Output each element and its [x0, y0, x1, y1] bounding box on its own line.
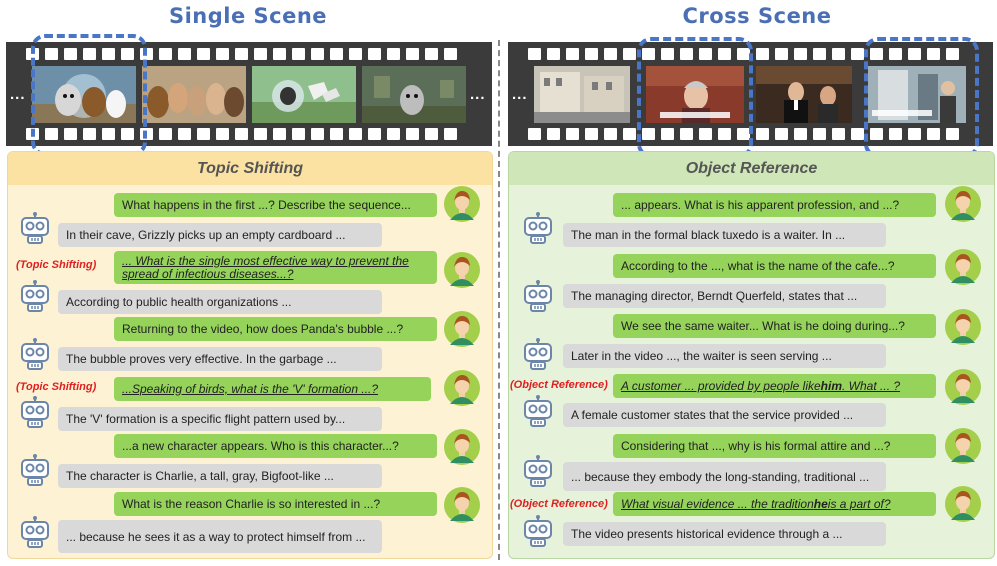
- section-divider: [498, 40, 500, 560]
- user-message-text: . What ... ?: [842, 379, 901, 393]
- user-message: What is the reason Charlie is so interes…: [114, 492, 437, 516]
- user-avatar-icon: [945, 369, 981, 405]
- video-frame-bears-3: [252, 66, 356, 123]
- pronoun-highlight: him: [820, 379, 843, 393]
- object-reference-tag: (Object Reference): [510, 498, 608, 510]
- robot-icon: [524, 395, 552, 427]
- assistant-message: In their cave, Grizzly picks up an empty…: [58, 223, 382, 247]
- assistant-message: ... because he sees it as a way to prote…: [58, 520, 382, 553]
- assistant-message: The character is Charlie, a tall, gray, …: [58, 464, 382, 488]
- robot-icon: [21, 516, 49, 548]
- user-avatar-icon: [945, 186, 981, 222]
- robot-icon: [21, 338, 49, 370]
- user-avatar-icon: [945, 249, 981, 285]
- film-ellipsis-left: ...: [10, 86, 26, 103]
- user-avatar-icon: [444, 429, 480, 465]
- user-message-text: A customer ... provided by people like: [621, 379, 821, 393]
- video-frame-cafe-3: [756, 66, 852, 123]
- robot-icon: [524, 455, 552, 487]
- user-message: What visual evidence ... the tradition h…: [613, 492, 936, 516]
- video-frame-cafe-1: [534, 66, 630, 123]
- robot-icon: [524, 280, 552, 312]
- topic-shifting-tag: (Topic Shifting): [16, 259, 97, 271]
- video-frame-bears-2: [142, 66, 246, 123]
- assistant-message: ... because they embody the long-standin…: [563, 462, 886, 491]
- assistant-message: A female customer states that the servic…: [563, 403, 886, 427]
- user-avatar-icon: [444, 487, 480, 523]
- assistant-message: The managing director, Berndt Querfeld, …: [563, 284, 886, 308]
- user-avatar-icon: [444, 311, 480, 347]
- user-message: ... appears. What is his apparent profes…: [613, 193, 936, 217]
- selected-frame-highlight-left: [31, 34, 147, 156]
- cross-scene-title: Cross Scene: [682, 4, 832, 28]
- user-message: A customer ... provided by people like h…: [613, 374, 936, 398]
- selected-frame-highlight-right: [864, 37, 979, 158]
- user-avatar-icon: [945, 486, 981, 522]
- assistant-message: The 'V' formation is a specific flight p…: [58, 407, 382, 431]
- user-message: Considering that ..., why is his formal …: [613, 434, 936, 458]
- assistant-message: According to public health organizations…: [58, 290, 382, 314]
- user-avatar-icon: [444, 252, 480, 288]
- single-scene-title: Single Scene: [168, 4, 328, 28]
- user-avatar-icon: [945, 309, 981, 345]
- user-avatar-icon: [444, 370, 480, 406]
- object-reference-header: Object Reference: [509, 152, 994, 185]
- topic-shifting-header: Topic Shifting: [8, 152, 492, 185]
- object-reference-tag: (Object Reference): [510, 379, 608, 391]
- topic-shifting-tag: (Topic Shifting): [16, 381, 97, 393]
- user-message: ...a new character appears. Who is this …: [114, 434, 437, 458]
- assistant-message: Later in the video ..., the waiter is se…: [563, 344, 886, 368]
- assistant-message: The bubble proves very effective. In the…: [58, 347, 382, 371]
- robot-icon: [21, 280, 49, 312]
- user-message: According to the ..., what is the name o…: [613, 254, 936, 278]
- user-avatar-icon: [945, 428, 981, 464]
- user-message-text: is a part of?: [827, 497, 891, 511]
- user-message: We see the same waiter... What is he doi…: [613, 314, 936, 338]
- robot-icon: [21, 454, 49, 486]
- film-ellipsis-left-2: ...: [512, 86, 528, 103]
- user-message: What happens in the first ...? Describe …: [114, 193, 437, 217]
- robot-icon: [524, 338, 552, 370]
- assistant-message: The man in the formal black tuxedo is a …: [563, 223, 886, 247]
- user-message: Returning to the video, how does Panda's…: [114, 317, 437, 341]
- user-avatar-icon: [444, 186, 480, 222]
- user-message-text: What visual evidence ... the tradition: [621, 497, 814, 511]
- robot-icon: [524, 212, 552, 244]
- video-frame-bears-4: [362, 66, 466, 123]
- assistant-message: The video presents historical evidence t…: [563, 522, 886, 546]
- pronoun-highlight: he: [813, 497, 828, 511]
- user-message: ... What is the single most effective wa…: [114, 251, 437, 284]
- selected-frame-highlight-middle: [637, 37, 753, 158]
- film-ellipsis-right: ...: [470, 86, 486, 103]
- robot-icon: [21, 396, 49, 428]
- robot-icon: [21, 212, 49, 244]
- robot-icon: [524, 515, 552, 547]
- user-message: ...Speaking of birds, what is the 'V' fo…: [114, 377, 431, 401]
